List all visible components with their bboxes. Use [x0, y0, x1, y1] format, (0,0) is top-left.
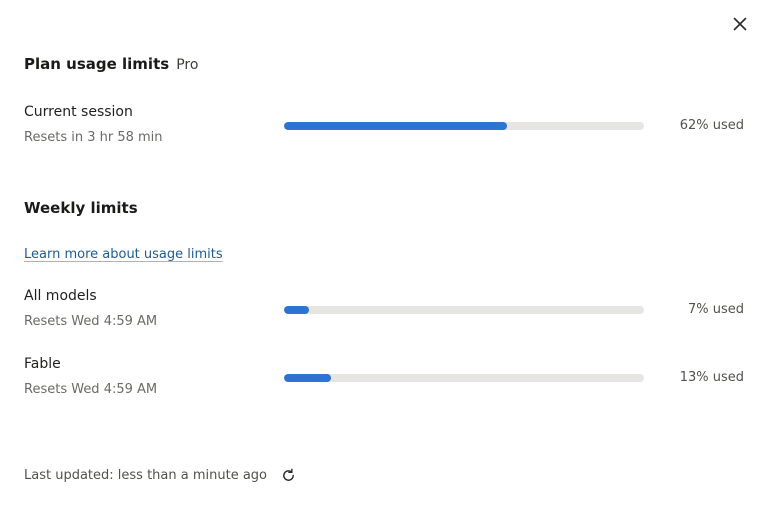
usage-row-fable: Fable Resets Wed 4:59 AM 13% used [24, 356, 744, 406]
usage-progress-bar [284, 306, 644, 314]
last-updated-text: Last updated: less than a minute ago [24, 467, 267, 483]
close-icon [733, 17, 747, 31]
usage-row-current-session: Current session Resets in 3 hr 58 min 62… [24, 104, 744, 154]
page-title: Plan usage limits [24, 55, 170, 73]
weekly-limits-heading: Weekly limits [24, 199, 138, 217]
reset-text: Resets Wed 4:59 AM [24, 382, 158, 397]
usage-progress-fill [284, 122, 508, 130]
usage-label: Fable [24, 356, 61, 372]
usage-label: All models [24, 288, 97, 304]
refresh-icon [282, 468, 294, 481]
usage-percent: 62% used [679, 118, 744, 133]
usage-progress-bar [284, 374, 644, 382]
refresh-button[interactable] [279, 466, 297, 484]
usage-percent: 13% used [679, 370, 744, 385]
reset-text: Resets Wed 4:59 AM [24, 314, 158, 329]
usage-progress-fill [284, 306, 310, 314]
plan-badge: Pro [176, 57, 199, 73]
footer: Last updated: less than a minute ago [24, 466, 297, 484]
usage-row-all-models: All models Resets Wed 4:59 AM 7% used [24, 288, 744, 338]
usage-percent: 7% used [687, 302, 744, 317]
usage-label: Current session [24, 104, 133, 120]
usage-progress-bar [284, 122, 644, 130]
page-title-row: Plan usage limits Pro [24, 55, 198, 73]
learn-more-link[interactable]: Learn more about usage limits [24, 247, 223, 262]
usage-progress-fill [284, 374, 331, 382]
reset-text: Resets in 3 hr 58 min [24, 130, 163, 145]
close-button[interactable] [729, 13, 751, 35]
